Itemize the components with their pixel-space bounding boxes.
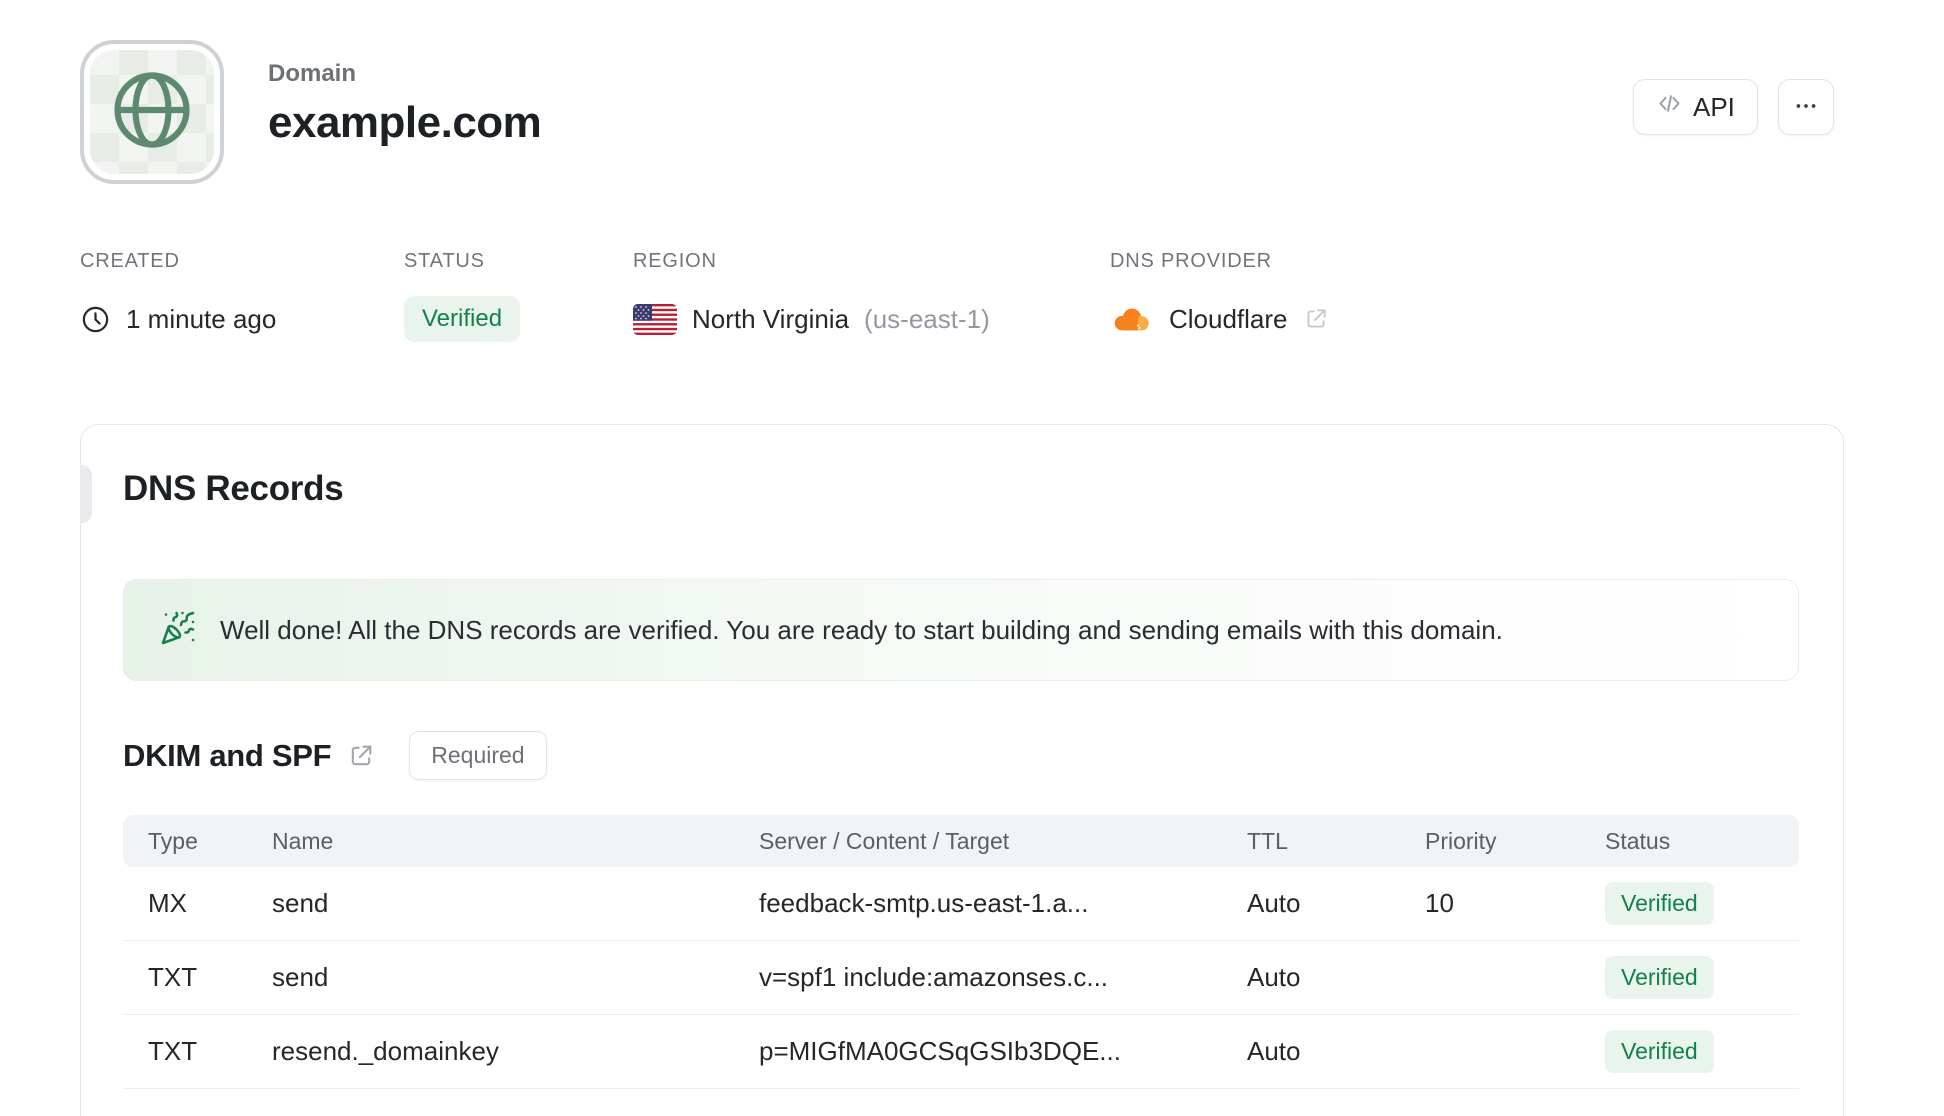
region-code: (us-east-1) bbox=[864, 303, 990, 334]
record-ttl: Auto bbox=[1247, 888, 1301, 918]
table-row[interactable]: MX send feedback-smtp.us-east-1.a... Aut… bbox=[123, 867, 1799, 941]
record-type: TXT bbox=[148, 1036, 198, 1066]
record-status-badge: Verified bbox=[1605, 882, 1714, 925]
party-popper-icon bbox=[160, 610, 196, 651]
domain-detail-page: Domain example.com API CREATED 1 minute … bbox=[0, 0, 1944, 1116]
record-content: v=spf1 include:amazonses.c... bbox=[759, 962, 1109, 992]
col-name: Name bbox=[272, 827, 334, 854]
record-priority: 10 bbox=[1425, 888, 1454, 918]
record-type: MX bbox=[148, 888, 187, 918]
dns-records-card: DNS Records Well done! All the DNS recor… bbox=[80, 424, 1844, 1116]
record-content: feedback-smtp.us-east-1.a... bbox=[759, 888, 1089, 918]
col-status: Status bbox=[1605, 827, 1671, 854]
meta-created: CREATED 1 minute ago bbox=[80, 250, 276, 341]
col-priority: Priority bbox=[1425, 827, 1497, 854]
page-title: example.com bbox=[268, 98, 542, 147]
record-ttl: Auto bbox=[1247, 962, 1301, 992]
col-content: Server / Content / Target bbox=[759, 827, 1010, 854]
meta-status: STATUS Verified bbox=[404, 250, 521, 342]
record-name: send bbox=[272, 962, 329, 992]
created-label: CREATED bbox=[80, 250, 180, 272]
record-status-badge: Verified bbox=[1605, 956, 1714, 999]
section-notch bbox=[80, 465, 92, 523]
created-value: 1 minute ago bbox=[126, 303, 277, 334]
record-ttl: Auto bbox=[1247, 1036, 1301, 1066]
domain-eyebrow: Domain bbox=[268, 60, 357, 87]
cloudflare-icon bbox=[1110, 304, 1154, 335]
ellipsis-icon bbox=[1793, 93, 1819, 122]
us-flag-icon bbox=[633, 303, 677, 335]
dns-records-title: DNS Records bbox=[123, 469, 344, 508]
region-value: North Virginia bbox=[692, 303, 850, 334]
more-options-button[interactable] bbox=[1778, 79, 1834, 135]
dkim-section-header: DKIM and SPF Required bbox=[123, 731, 547, 780]
title-block: Domain example.com bbox=[268, 60, 542, 148]
record-status-badge: Verified bbox=[1605, 1030, 1714, 1073]
clock-icon bbox=[80, 304, 111, 335]
record-name: send bbox=[272, 888, 329, 918]
dkim-title: DKIM and SPF bbox=[123, 737, 332, 773]
dkim-external-link-icon[interactable] bbox=[347, 742, 375, 770]
status-badge: Verified bbox=[404, 296, 521, 342]
dns-provider-label: DNS PROVIDER bbox=[1110, 250, 1272, 272]
external-link-icon[interactable] bbox=[1303, 306, 1329, 332]
table-row[interactable]: TXT send v=spf1 include:amazonses.c... A… bbox=[123, 941, 1799, 1015]
api-button-label: API bbox=[1693, 91, 1735, 122]
api-button[interactable]: API bbox=[1633, 79, 1758, 135]
dns-records-table: Type Name Server / Content / Target TTL … bbox=[123, 815, 1799, 1089]
table-row[interactable]: TXT resend._domainkey p=MIGfMA0GCSqGSIb3… bbox=[123, 1015, 1799, 1089]
meta-dns-provider: DNS PROVIDER Cloudflare bbox=[1110, 250, 1329, 341]
dns-provider-value: Cloudflare bbox=[1169, 303, 1288, 334]
globe-icon bbox=[106, 64, 198, 161]
required-badge: Required bbox=[409, 731, 547, 780]
status-label: STATUS bbox=[404, 250, 485, 272]
domain-avatar bbox=[80, 40, 224, 184]
col-ttl: TTL bbox=[1247, 827, 1288, 854]
region-label: REGION bbox=[633, 250, 717, 272]
record-name: resend._domainkey bbox=[272, 1036, 499, 1066]
meta-region: REGION North Virginia (us-east-1) bbox=[633, 250, 990, 341]
banner-message: Well done! All the DNS records are verif… bbox=[220, 614, 1503, 645]
success-banner: Well done! All the DNS records are verif… bbox=[123, 579, 1799, 681]
record-type: TXT bbox=[148, 962, 198, 992]
record-content: p=MIGfMA0GCSqGSIb3DQE... bbox=[759, 1036, 1121, 1066]
code-icon bbox=[1656, 90, 1683, 124]
col-type: Type bbox=[148, 827, 198, 854]
table-header-row: Type Name Server / Content / Target TTL … bbox=[123, 815, 1799, 867]
